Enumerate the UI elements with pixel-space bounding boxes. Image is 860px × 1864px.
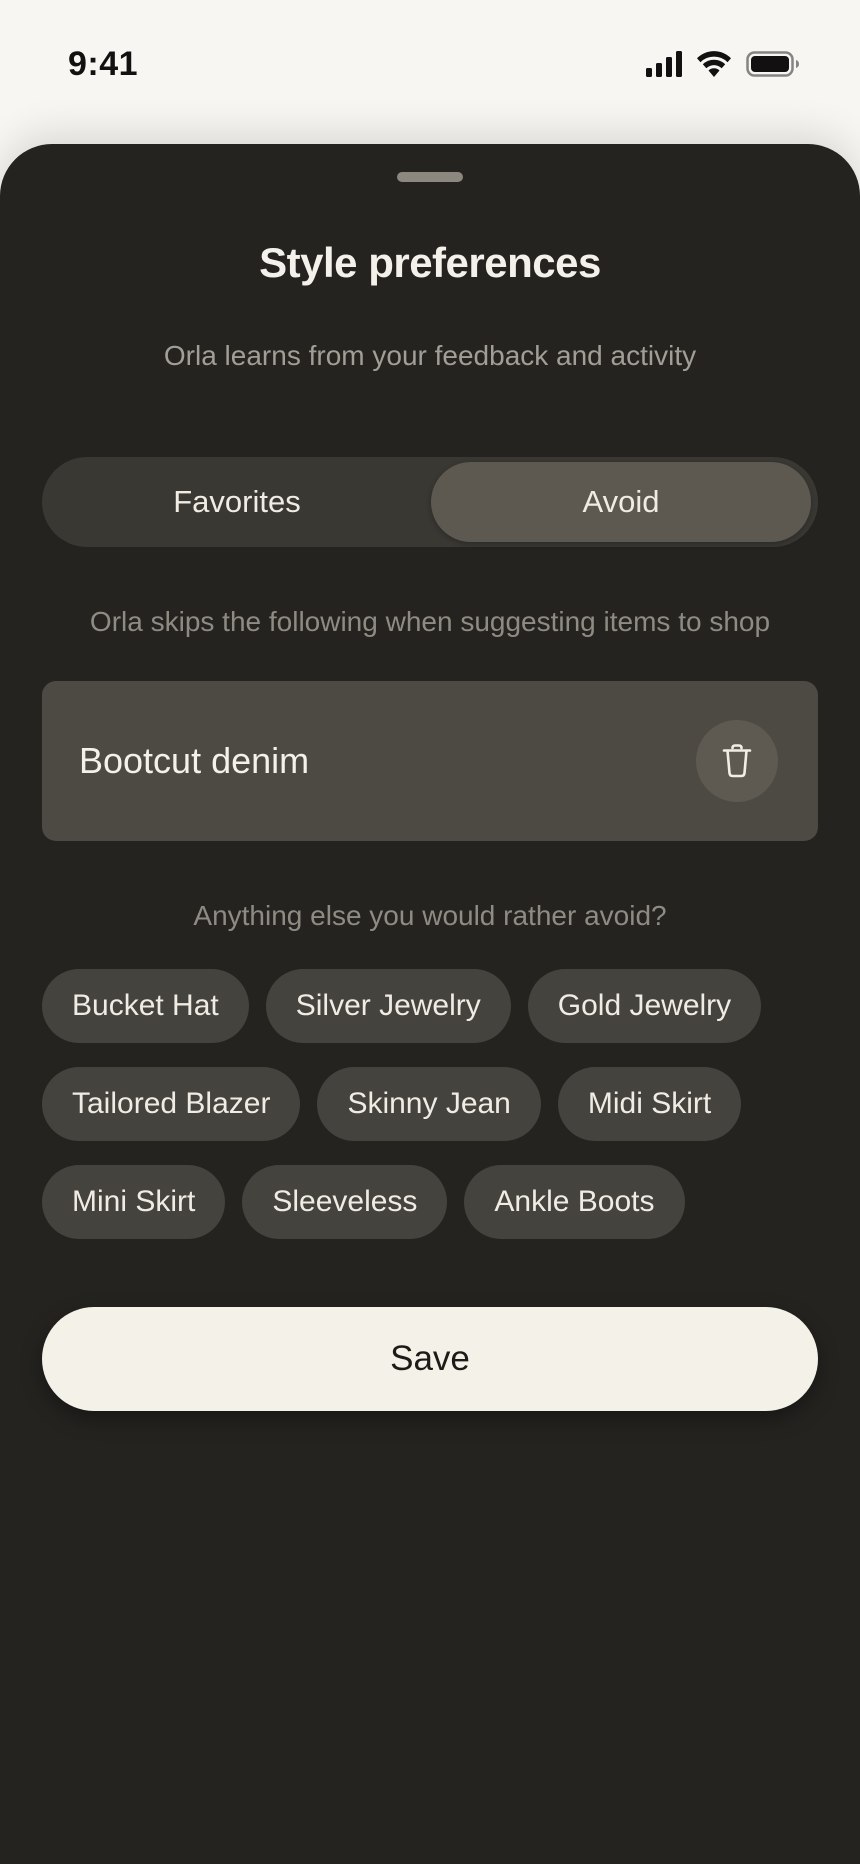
trash-icon [722,744,752,778]
tab-favorites[interactable]: Favorites [47,462,427,542]
chip-silver-jewelry[interactable]: Silver Jewelry [265,969,511,1043]
avoid-info-text: Orla skips the following when suggesting… [89,606,771,637]
sheet-subtitle: Orla learns from your feedback and activ… [163,340,697,371]
chip-bucket-hat[interactable]: Bucket Hat [42,969,249,1043]
chip-sleeveless[interactable]: Sleeveless [242,1165,448,1239]
preferences-segmented-control: Favorites Avoid [42,457,818,547]
style-preferences-sheet: Style preferences Orla learns from your … [0,144,860,1864]
chip-mini-skirt[interactable]: Mini Skirt [42,1165,226,1239]
avoid-item-card: Bootcut denim [42,681,818,841]
tab-avoid[interactable]: Avoid [431,462,811,542]
cellular-signal-icon [646,50,682,77]
wifi-icon [697,51,731,77]
sheet-title: Style preferences [259,239,601,286]
sheet-grabber[interactable] [397,172,463,182]
status-icons [646,50,800,77]
status-bar: 9:41 [0,0,860,130]
chip-midi-skirt[interactable]: Midi Skirt [557,1067,742,1141]
suggestion-chip-row: Bucket Hat Silver Jewelry Gold Jewelry [42,969,762,1043]
suggestion-chip-row: Mini Skirt Sleeveless Ankle Boots [42,1165,685,1239]
save-button[interactable]: Save [42,1307,818,1411]
delete-item-button[interactable] [696,720,778,802]
avoid-item-label: Bootcut denim [79,740,310,781]
chip-ankle-boots[interactable]: Ankle Boots [464,1165,685,1239]
chip-tailored-blazer[interactable]: Tailored Blazer [42,1067,301,1141]
screen: 9:41 Style preferences Orla learns from … [0,0,860,1864]
battery-icon [746,50,799,77]
suggestion-chip-row: Tailored Blazer Skinny Jean Midi Skirt [42,1067,742,1141]
chip-skinny-jean[interactable]: Skinny Jean [317,1067,541,1141]
avoid-prompt-text: Anything else you would rather avoid? [193,900,667,931]
status-time: 9:41 [68,45,139,83]
chip-gold-jewelry[interactable]: Gold Jewelry [527,969,762,1043]
